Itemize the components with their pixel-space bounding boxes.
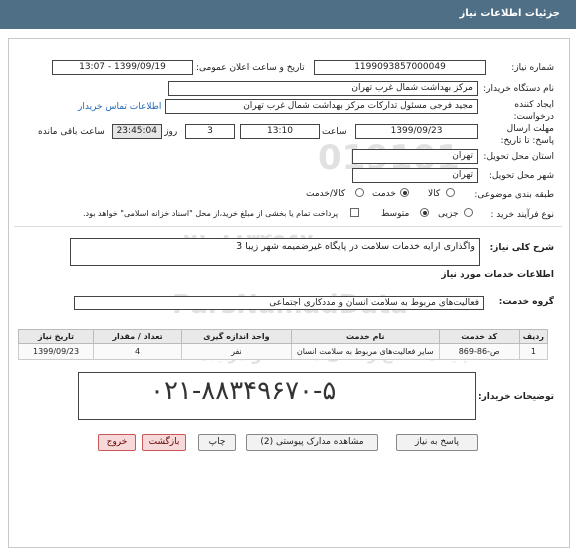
announce-field: 1399/09/19 - 13:07 [52, 60, 193, 75]
category-goods-service-radio[interactable] [355, 188, 364, 197]
city-field: تهران [352, 168, 478, 183]
col-qty: تعداد / مقدار [93, 329, 182, 344]
cell-code: ص-86-869 [438, 343, 520, 360]
treasury-payment-checkbox[interactable] [350, 208, 359, 217]
process-medium-radio[interactable] [420, 208, 429, 217]
deadline-date-field: 1399/09/23 [355, 124, 478, 139]
cell-qty: 4 [93, 343, 182, 360]
cell-row: 1 [518, 343, 549, 360]
category-service-radio[interactable] [400, 188, 409, 197]
process-medium-label: متوسط [381, 209, 410, 219]
buyer-label: نام دستگاه خریدار: [483, 84, 554, 94]
page-header: جزئیات اطلاعات نیاز [0, 0, 576, 29]
remaining-label: ساعت باقی مانده [38, 127, 105, 137]
view-attachments-button[interactable]: مشاهده مدارک پیوستی (2) [246, 434, 378, 451]
page-title: جزئیات اطلاعات نیاز [459, 8, 560, 19]
category-goods-service-label: کالا/خدمت [306, 189, 346, 199]
treasury-payment-text: پرداخت تمام یا بخشی از مبلغ خرید،از محل … [83, 209, 339, 218]
summary-label: شرح کلی نیاز: [489, 243, 554, 253]
province-label: استان محل تحویل: [483, 152, 554, 162]
items-table: ردیف کد خدمت نام خدمت واحد اندازه گیری ت… [17, 329, 549, 360]
process-minor-radio[interactable] [464, 208, 473, 217]
services-section-title: اطلاعات خدمات مورد نیاز [441, 270, 554, 280]
need-number-label: شماره نیاز: [511, 63, 554, 73]
table-header-row: ردیف کد خدمت نام خدمت واحد اندازه گیری ت… [17, 329, 549, 344]
category-goods-label: کالا [428, 189, 441, 199]
col-row: ردیف [518, 329, 549, 344]
cell-name: سایر فعالیت‌های مربوط به سلامت انسان [290, 343, 440, 360]
service-group-field: فعالیت‌های مربوط به سلامت انسان و مددکار… [74, 296, 484, 310]
process-label: نوع فرآیند خرید : [490, 210, 554, 220]
creator-label: ایجاد کننده درخواست: [513, 100, 554, 122]
deadline-label: مهلت ارسال پاسخ: تا تاریخ: [500, 124, 554, 146]
cell-unit: نفر [180, 343, 292, 360]
need-number-field: 1199093857000049 [314, 60, 486, 75]
col-name: نام خدمت [290, 329, 440, 344]
city-label: شهر محل تحویل: [488, 171, 554, 181]
buyer-notes-label: توضیحات خریدار: [478, 392, 554, 402]
service-group-label: گروه خدمت: [498, 297, 554, 307]
exit-button[interactable]: خروج [98, 434, 136, 451]
reply-button[interactable]: پاسخ به نیاز [396, 434, 478, 451]
divider [14, 226, 562, 227]
col-unit: واحد اندازه گیری [180, 329, 292, 344]
deadline-time-label: ساعت [322, 127, 347, 137]
buyer-field: مرکز بهداشت شمال غرب تهران [168, 81, 478, 96]
col-code: کد خدمت [438, 329, 520, 344]
process-minor-label: جزیی [438, 209, 459, 219]
category-service-label: خدمت [372, 189, 396, 199]
back-button[interactable]: بازگشت [142, 434, 186, 451]
creator-field: مجید فرجی مسئول تدارکات مرکز بهداشت شمال… [165, 99, 478, 114]
province-field: تهران [352, 149, 478, 164]
cell-date: 1399/09/23 [17, 343, 95, 360]
category-label: طبقه بندی موضوعی: [474, 190, 554, 200]
buyer-notes-phone: ۰۲۱-۸۸۳۴۹۶۷۰-۵ [150, 376, 337, 406]
buyer-contact-link[interactable]: اطلاعات تماس خریدار [78, 102, 161, 112]
remaining-time-field: 23:45:04 [112, 124, 162, 139]
deadline-time-field: 13:10 [240, 124, 320, 139]
announce-label: تاریخ و ساعت اعلان عمومی: [196, 63, 305, 73]
print-button[interactable]: چاپ [198, 434, 236, 451]
category-goods-radio[interactable] [446, 188, 455, 197]
col-date: تاریخ نیاز [17, 329, 95, 344]
table-row: 1 ص-86-869 سایر فعالیت‌های مربوط به سلام… [17, 343, 549, 360]
days-field: 3 [185, 124, 235, 139]
summary-field: واگذاری ارایه خدمات سلامت در پایگاه غیرض… [70, 238, 480, 266]
